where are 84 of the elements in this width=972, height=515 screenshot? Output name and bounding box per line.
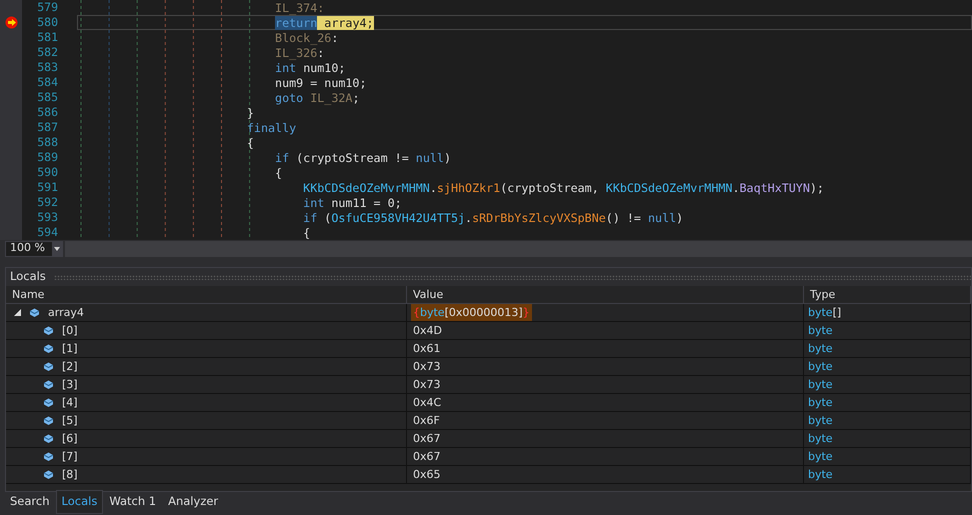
line-number: 590	[36, 165, 59, 180]
variable-icon	[43, 469, 54, 480]
variable-name: [0]	[62, 323, 78, 339]
line-number: 581	[36, 30, 59, 45]
variable-value: {byte[0x00000013]}	[411, 304, 532, 321]
code-line: int num11 = 0;	[302, 195, 403, 210]
variable-name: [6]	[62, 431, 78, 447]
variable-icon	[43, 379, 54, 390]
variable-type: byte	[808, 449, 833, 465]
line-number: 583	[36, 60, 59, 75]
code-line: if (cryptoStream != null)	[274, 150, 452, 165]
variable-name: [8]	[62, 467, 78, 483]
code-line: {	[246, 135, 255, 150]
column-header[interactable]: Name	[6, 286, 407, 304]
line-number: 580	[36, 15, 59, 30]
variable-type: byte	[808, 323, 833, 339]
code-line: goto IL_32A;	[274, 90, 360, 105]
breakpoint-arrow-icon[interactable]	[4, 16, 18, 29]
panel-tab[interactable]: Watch 1	[103, 490, 162, 514]
variable-icon	[43, 433, 54, 444]
variable-type: byte	[808, 413, 833, 429]
code-line: IL_374:	[274, 0, 326, 15]
variable-name: [5]	[62, 413, 78, 429]
panel-tab[interactable]: Analyzer	[162, 490, 224, 514]
column-header[interactable]: Type	[804, 286, 971, 304]
panel-tab[interactable]: Locals	[56, 490, 104, 514]
variable-name: [1]	[62, 341, 78, 357]
variable-icon	[43, 361, 54, 372]
code-line: num9 = num10;	[274, 75, 368, 90]
line-number: 585	[36, 90, 59, 105]
variable-type: byte	[808, 377, 833, 393]
code-line: Block_26:	[274, 30, 340, 45]
line-number: 586	[36, 105, 59, 120]
code-line: {	[302, 225, 312, 240]
variable-name: [7]	[62, 449, 78, 465]
code-line: if (OsfuCE958VH42U4TT5j.sRDrBbYsZlcyVXSpBNe() != null)	[302, 210, 684, 225]
variable-value: 0x4D	[412, 323, 443, 339]
variable-name: [4]	[62, 395, 78, 411]
variable-icon	[43, 397, 54, 408]
variable-value: 0x67	[412, 449, 442, 465]
variable-type: byte	[808, 395, 833, 411]
line-number: 592	[36, 195, 59, 210]
line-number: 589	[36, 150, 59, 165]
code-line: IL_326:	[274, 45, 326, 60]
horizontal-scrollbar[interactable]	[65, 240, 972, 256]
variable-value: 0x6F	[412, 413, 441, 429]
expand-toggle-icon[interactable]	[14, 309, 21, 316]
code-line: KKbCDSdeOZeMvrMHMN.sjHhOZkr1(cryptoStream, KKbCDSdeOZeMvrMHMN.BaqtHxTUYN);	[302, 180, 825, 195]
variable-icon	[43, 343, 54, 354]
code-line: }	[246, 105, 255, 120]
variable-icon	[43, 325, 54, 336]
variable-type: byte	[808, 359, 833, 375]
zoom-dropdown[interactable]: 100 %	[5, 240, 63, 256]
variable-value: 0x73	[412, 359, 442, 375]
code-line: {	[274, 165, 284, 180]
line-number: 594	[36, 225, 59, 240]
variable-value: 0x67	[412, 431, 442, 447]
variable-value: 0x73	[412, 377, 442, 393]
line-number: 591	[36, 180, 59, 195]
line-number: 579	[36, 0, 59, 15]
variable-value: 0x61	[412, 341, 442, 357]
panel-title: Locals	[10, 268, 46, 286]
line-number: 588	[36, 135, 59, 150]
caret-icon	[54, 246, 60, 250]
variable-name: [2]	[62, 359, 78, 375]
column-header[interactable]: Value	[407, 286, 804, 304]
line-number: 587	[36, 120, 59, 135]
variable-icon	[43, 415, 54, 426]
variable-type: byte[]	[808, 305, 842, 321]
variable-name: array4	[48, 305, 84, 321]
line-number: 582	[36, 45, 59, 60]
variable-type: byte	[808, 467, 833, 483]
variable-value: 0x65	[412, 467, 442, 483]
variable-type: byte	[808, 431, 833, 447]
variable-value: 0x4C	[412, 395, 442, 411]
variable-name: [3]	[62, 377, 78, 393]
line-number: 593	[36, 210, 59, 225]
variable-icon	[43, 451, 54, 462]
variable-type: byte	[808, 341, 833, 357]
code-line: finally	[246, 120, 298, 135]
code-line: int num10;	[274, 60, 346, 75]
variable-icon	[29, 307, 40, 318]
line-number: 584	[36, 75, 59, 90]
panel-tab[interactable]: Search	[4, 490, 56, 514]
